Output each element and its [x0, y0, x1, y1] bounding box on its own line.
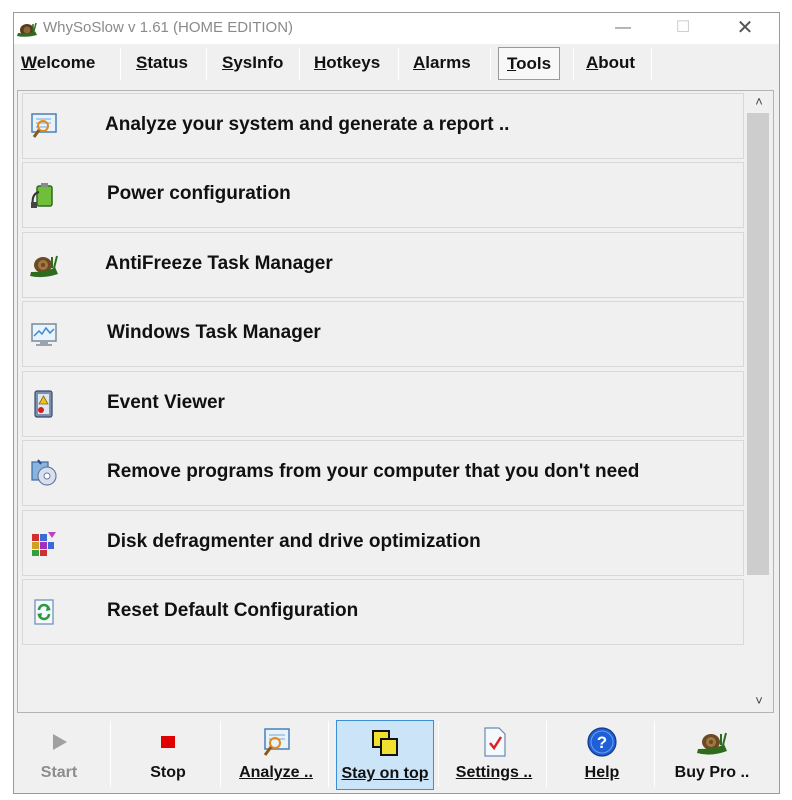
app-window: WhySoSlow v 1.61 (HOME EDITION) — ☐ ✕ We…: [13, 12, 780, 794]
tab-separator: [299, 48, 300, 80]
scroll-up-button[interactable]: ˄: [745, 91, 773, 113]
settings-doc-icon: [484, 727, 506, 757]
tab-hotkeys[interactable]: Hotkeys: [314, 46, 380, 82]
maximize-button[interactable]: ☐: [660, 13, 706, 44]
tool-label: Event Viewer: [107, 392, 225, 413]
snail-icon: [30, 255, 58, 278]
start-label: Start: [40, 764, 78, 781]
tab-bar: Welcome Status SysInfo Hotkeys Alarms To…: [14, 44, 779, 88]
close-button[interactable]: ✕: [722, 13, 768, 44]
help-icon: ?: [587, 727, 617, 757]
toolbar-separator: [220, 721, 221, 787]
tool-item-remove-programs[interactable]: Remove programs from your computer that …: [22, 440, 744, 506]
bottom-toolbar: Start Stop Analyze .. Stay on top Settin…: [14, 717, 779, 793]
tool-item-antifreeze-task-manager[interactable]: AntiFreeze Task Manager: [22, 232, 744, 298]
tab-sysinfo[interactable]: SysInfo: [222, 46, 283, 82]
scroll-down-button[interactable]: ˅: [745, 690, 773, 712]
stop-icon: [161, 736, 175, 748]
snail-app-icon: [17, 22, 37, 37]
window-title: WhySoSlow v 1.61 (HOME EDITION): [43, 19, 294, 36]
settings-button[interactable]: Settings ..: [444, 720, 544, 790]
tab-separator: [206, 48, 207, 80]
battery-plug-icon: [31, 183, 53, 208]
stay-on-top-icon: [372, 730, 398, 756]
tool-item-windows-task-manager[interactable]: Windows Task Manager: [22, 301, 744, 367]
settings-label: Settings ..: [455, 764, 533, 781]
minimize-button[interactable]: —: [600, 13, 646, 44]
stay-on-top-label: Stay on top: [341, 765, 429, 782]
tab-status[interactable]: Status: [136, 46, 188, 82]
tool-label: Disk defragmenter and drive optimization: [107, 531, 481, 552]
stay-on-top-button[interactable]: Stay on top: [336, 720, 434, 790]
uninstall-disc-icon: [31, 459, 57, 486]
stop-label: Stop: [150, 764, 186, 781]
tab-about[interactable]: About: [586, 46, 635, 82]
tool-label: Analyze your system and generate a repor…: [105, 114, 510, 135]
tab-separator: [398, 48, 399, 80]
tool-item-event-viewer[interactable]: Event Viewer: [22, 371, 744, 437]
stop-button[interactable]: Stop: [118, 720, 218, 790]
title-bar[interactable]: WhySoSlow v 1.61 (HOME EDITION) — ☐ ✕: [14, 13, 779, 44]
toolbar-separator: [110, 721, 111, 787]
tab-separator: [490, 48, 491, 80]
scroll-thumb[interactable]: [747, 113, 769, 575]
reset-recycle-icon: [34, 599, 54, 625]
tab-separator: [651, 48, 652, 80]
analyze-label: Analyze ..: [239, 764, 313, 781]
tab-separator: [573, 48, 574, 80]
vertical-scrollbar[interactable]: ˄ ˅: [745, 91, 773, 712]
start-button[interactable]: Start: [16, 720, 102, 790]
tool-item-analyze-report[interactable]: Analyze your system and generate a repor…: [22, 93, 744, 159]
tab-separator: [120, 48, 121, 80]
tool-label: Reset Default Configuration: [107, 600, 359, 621]
tools-list: Analyze your system and generate a repor…: [17, 90, 774, 713]
report-magnifier-icon: [31, 113, 57, 138]
tool-item-power-configuration[interactable]: Power configuration: [22, 162, 744, 228]
tool-item-reset-default-configuration[interactable]: Reset Default Configuration: [22, 579, 744, 645]
tool-label: Windows Task Manager: [107, 322, 321, 343]
snail-icon: [697, 732, 727, 755]
monitor-graph-icon: [31, 323, 57, 346]
tool-label: AntiFreeze Task Manager: [105, 253, 333, 274]
tab-tools[interactable]: Tools: [498, 47, 561, 80]
tab-welcome[interactable]: Welcome: [21, 46, 95, 82]
svg-text:?: ?: [597, 733, 607, 752]
toolbar-separator: [654, 721, 655, 787]
toolbar-separator: [328, 721, 329, 787]
play-icon: [53, 734, 67, 750]
tool-item-disk-defragmenter[interactable]: Disk defragmenter and drive optimization: [22, 510, 744, 576]
help-button[interactable]: ? Help: [552, 720, 652, 790]
analyze-button[interactable]: Analyze ..: [226, 720, 326, 790]
tab-alarms[interactable]: Alarms: [413, 46, 471, 82]
toolbar-separator: [546, 721, 547, 787]
toolbar-separator: [438, 721, 439, 787]
tool-label: Remove programs from your computer that …: [107, 461, 640, 482]
analyze-icon: [263, 728, 290, 756]
tool-label: Power configuration: [107, 183, 291, 204]
help-label: Help: [584, 764, 620, 781]
buy-pro-button[interactable]: Buy Pro ..: [660, 720, 764, 790]
defrag-blocks-icon: [32, 532, 56, 556]
event-log-warning-icon: [34, 390, 53, 418]
buy-pro-label: Buy Pro ..: [674, 764, 750, 781]
